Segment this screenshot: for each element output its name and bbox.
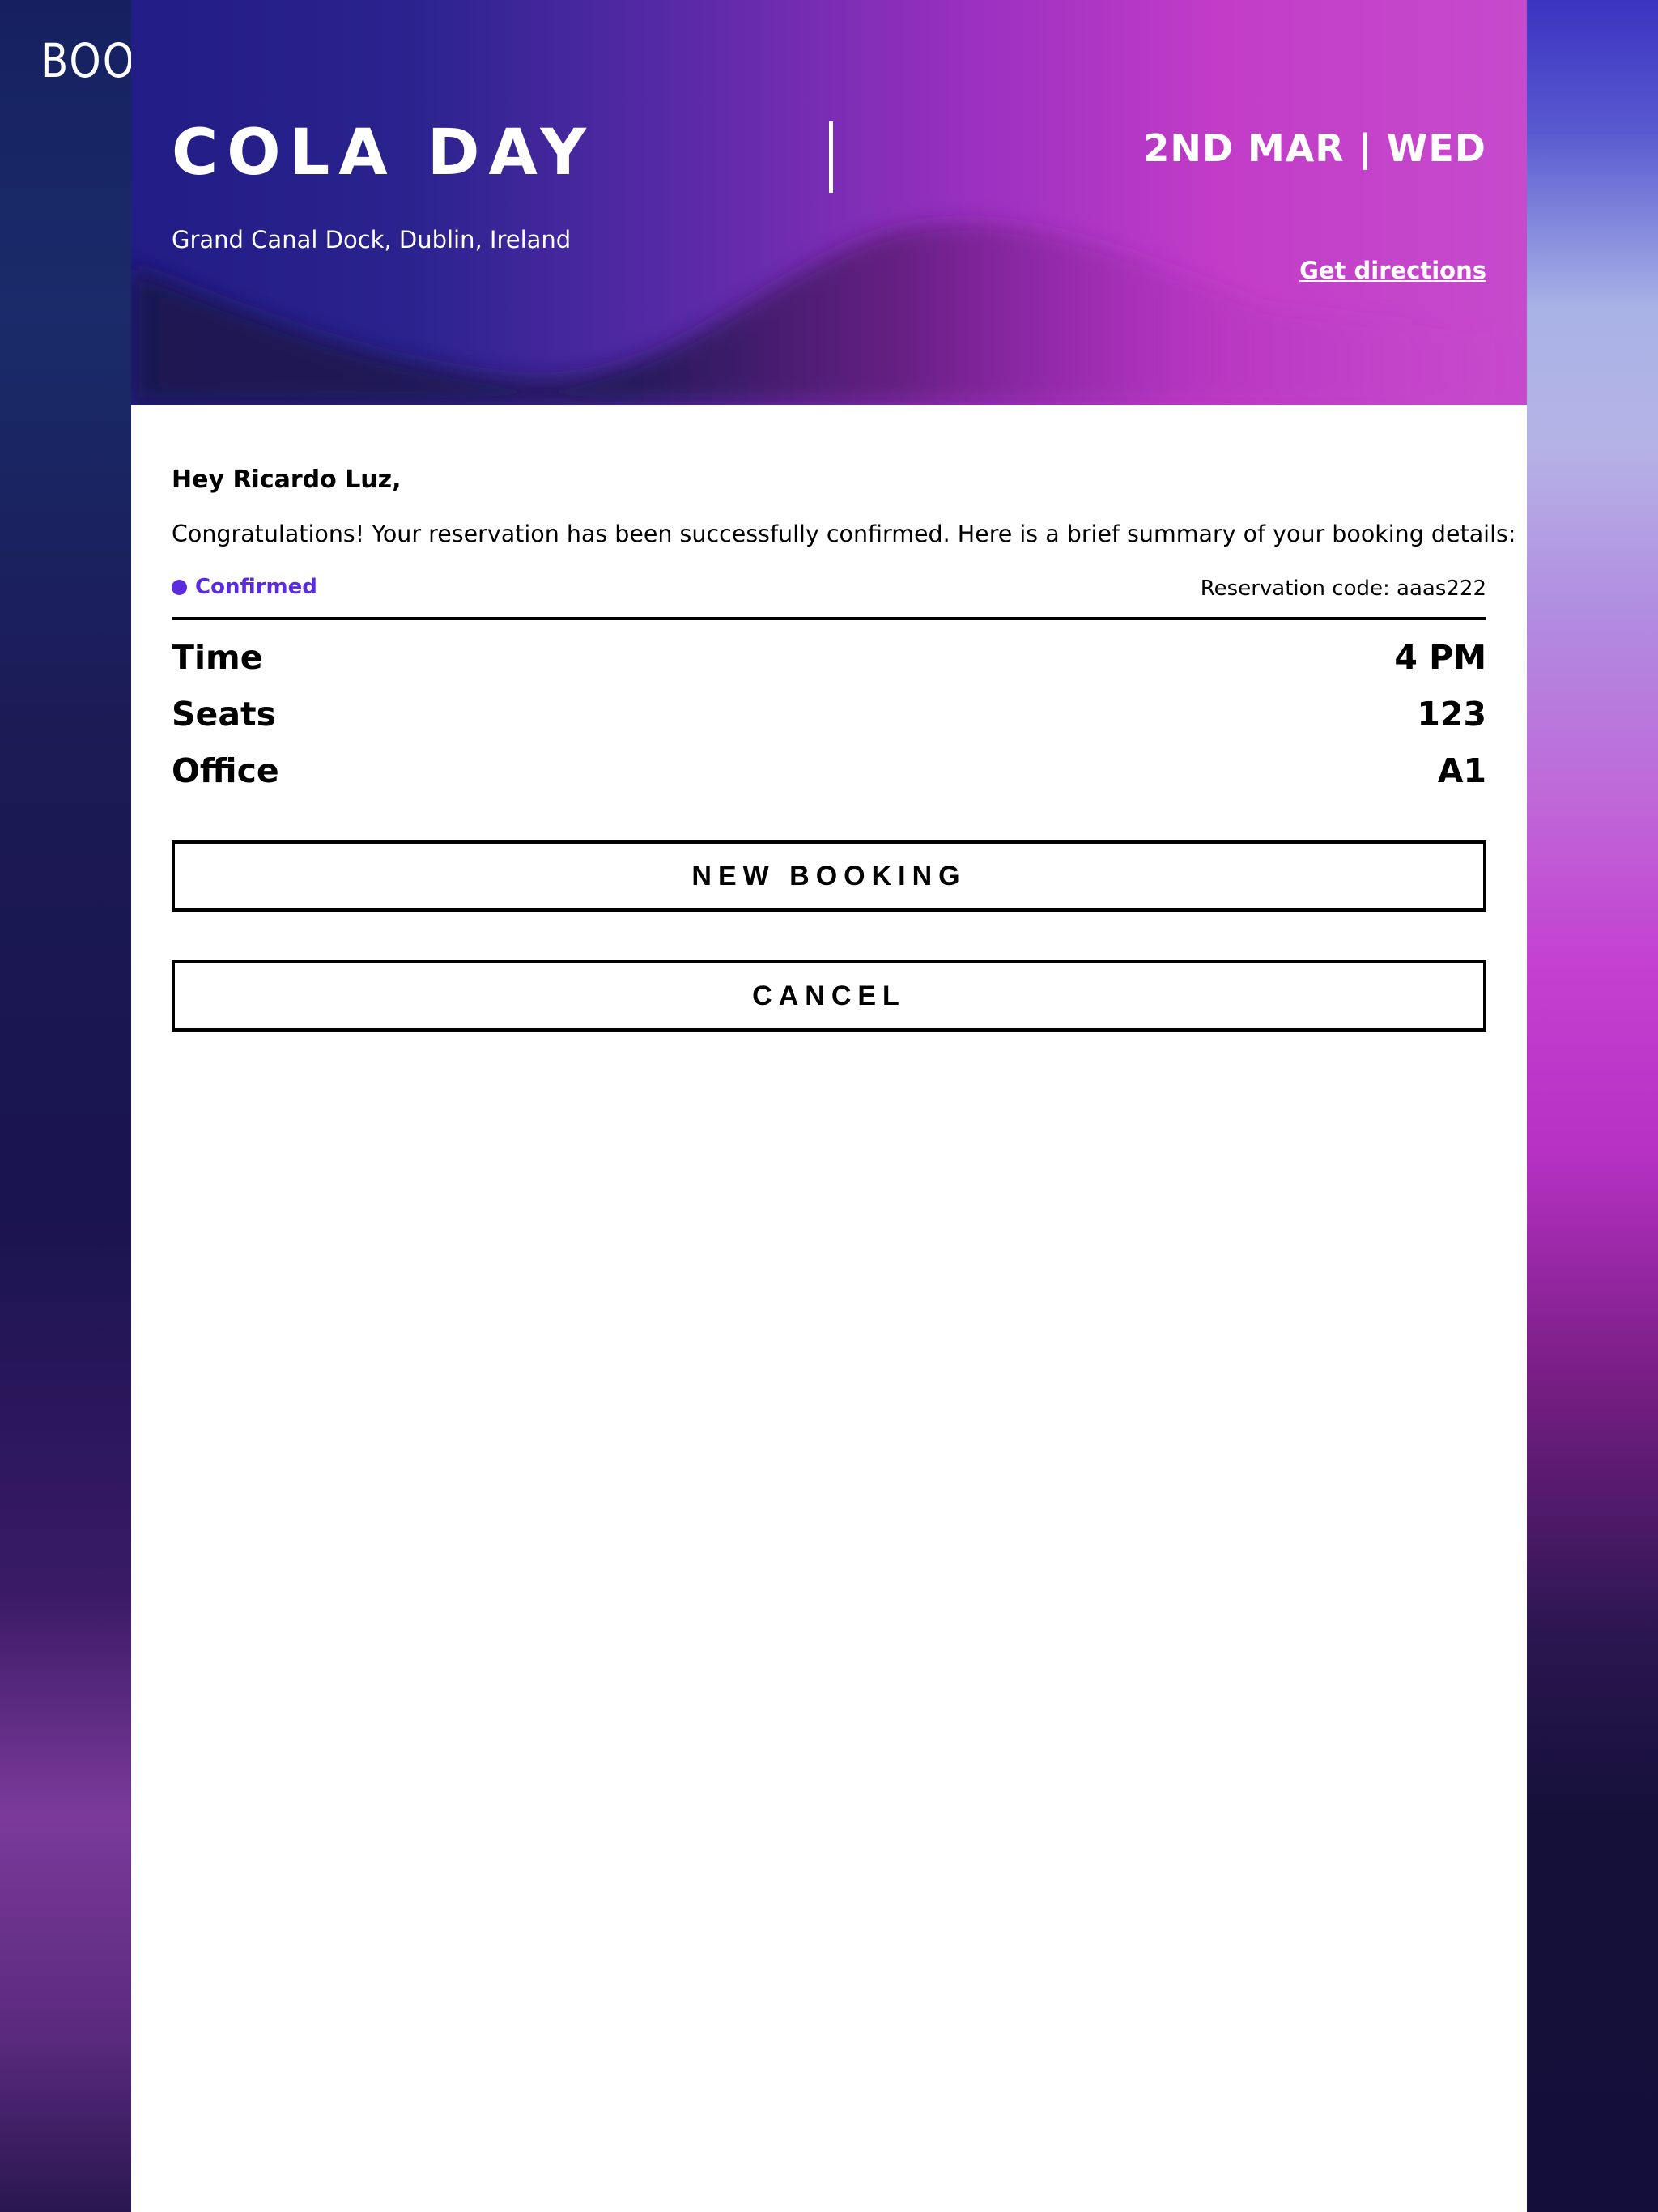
hero-wave-decoration bbox=[131, 223, 1527, 405]
reservation-code: Reservation code: aaas222 bbox=[1200, 576, 1486, 601]
details-divider bbox=[172, 617, 1486, 620]
event-date: 2ND MAR | WED bbox=[1143, 126, 1486, 170]
event-title: COLA DAY bbox=[172, 117, 595, 189]
detail-label: Time bbox=[172, 638, 263, 677]
confirmation-card: Hey Ricardo Luz, Congratulations! Your r… bbox=[131, 405, 1527, 2212]
detail-row-office: Office A1 bbox=[172, 755, 1486, 788]
status-badge: Confirmed bbox=[172, 576, 317, 598]
detail-value: A1 bbox=[1437, 751, 1486, 790]
status-dot-icon bbox=[172, 579, 187, 595]
detail-label: Office bbox=[172, 751, 279, 790]
get-directions-link[interactable]: Get directions bbox=[1299, 259, 1486, 283]
title-date-divider bbox=[829, 121, 833, 193]
new-booking-button[interactable]: NEW BOOKING bbox=[172, 840, 1486, 912]
detail-value: 123 bbox=[1417, 695, 1486, 734]
greeting-text: Hey Ricardo Luz, bbox=[172, 466, 402, 494]
intro-text: Congratulations! Your reservation has be… bbox=[172, 521, 1516, 547]
event-header: COLA DAY 2ND MAR | WED Grand Canal Dock,… bbox=[131, 0, 1527, 405]
cancel-button[interactable]: CANCEL bbox=[172, 960, 1486, 1032]
event-location: Grand Canal Dock, Dublin, Ireland bbox=[172, 226, 572, 253]
status-label: Confirmed bbox=[195, 575, 317, 599]
left-backdrop bbox=[0, 0, 131, 2212]
right-backdrop bbox=[1527, 0, 1658, 2212]
detail-value: 4 PM bbox=[1394, 638, 1486, 677]
detail-row-seats: Seats 123 bbox=[172, 698, 1486, 731]
detail-label: Seats bbox=[172, 695, 277, 734]
detail-row-time: Time 4 PM bbox=[172, 641, 1486, 674]
